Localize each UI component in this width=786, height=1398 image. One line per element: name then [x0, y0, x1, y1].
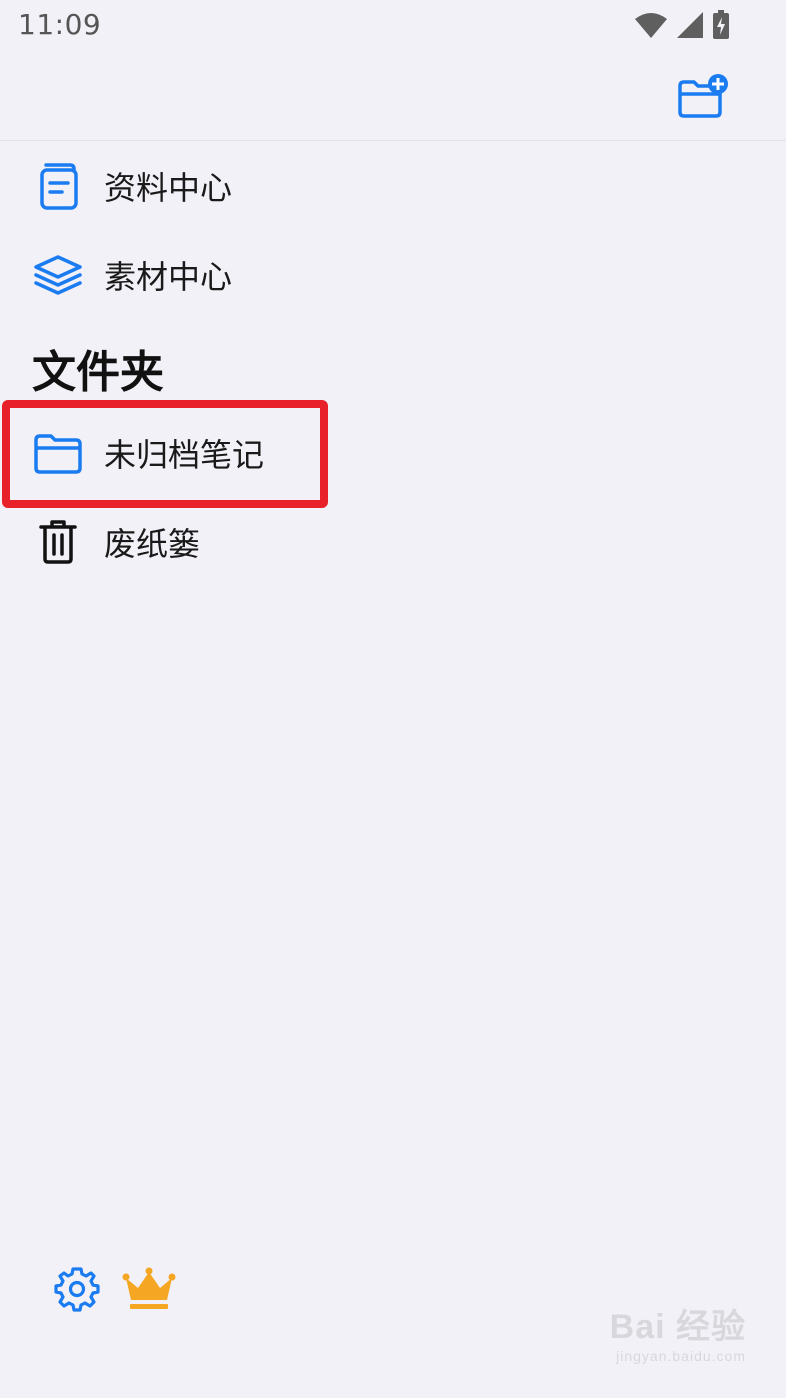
- status-time: 11:09: [18, 8, 102, 41]
- watermark-main: Bai 经验: [609, 1308, 746, 1346]
- trash-icon: [30, 514, 86, 570]
- new-folder-button[interactable]: [674, 72, 730, 120]
- cellular-signal-icon: [676, 11, 704, 43]
- menu-item-document-center[interactable]: 资料中心: [0, 141, 786, 230]
- menu-item-label: 素材中心: [104, 257, 233, 296]
- layers-icon: [30, 247, 86, 303]
- gear-icon: [54, 1267, 100, 1316]
- battery-charging-icon: [712, 10, 730, 44]
- menu-item-label: 资料中心: [104, 168, 233, 207]
- settings-button[interactable]: [54, 1266, 100, 1312]
- crown-icon: [122, 1267, 176, 1316]
- watermark-sub: jingyan.baidu.com: [616, 1348, 746, 1364]
- folder-item-trash[interactable]: 废纸篓: [0, 497, 786, 586]
- folder-item-label: 废纸篓: [104, 524, 201, 563]
- watermark: Bai 经验 jingyan.baidu.com: [610, 1299, 746, 1364]
- status-icons: [634, 10, 730, 44]
- document-center-icon: [30, 158, 86, 214]
- menu-item-material-center[interactable]: 素材中心: [0, 230, 786, 319]
- folder-add-icon: [674, 74, 730, 124]
- wifi-icon: [634, 11, 668, 43]
- main-menu: 资料中心 素材中心: [0, 141, 786, 319]
- annotation-highlight-box: [2, 400, 328, 508]
- status-bar: 11:09: [0, 0, 786, 56]
- folders-section-title: 文件夹: [32, 347, 164, 398]
- vip-button[interactable]: [122, 1266, 176, 1312]
- header: [0, 56, 786, 141]
